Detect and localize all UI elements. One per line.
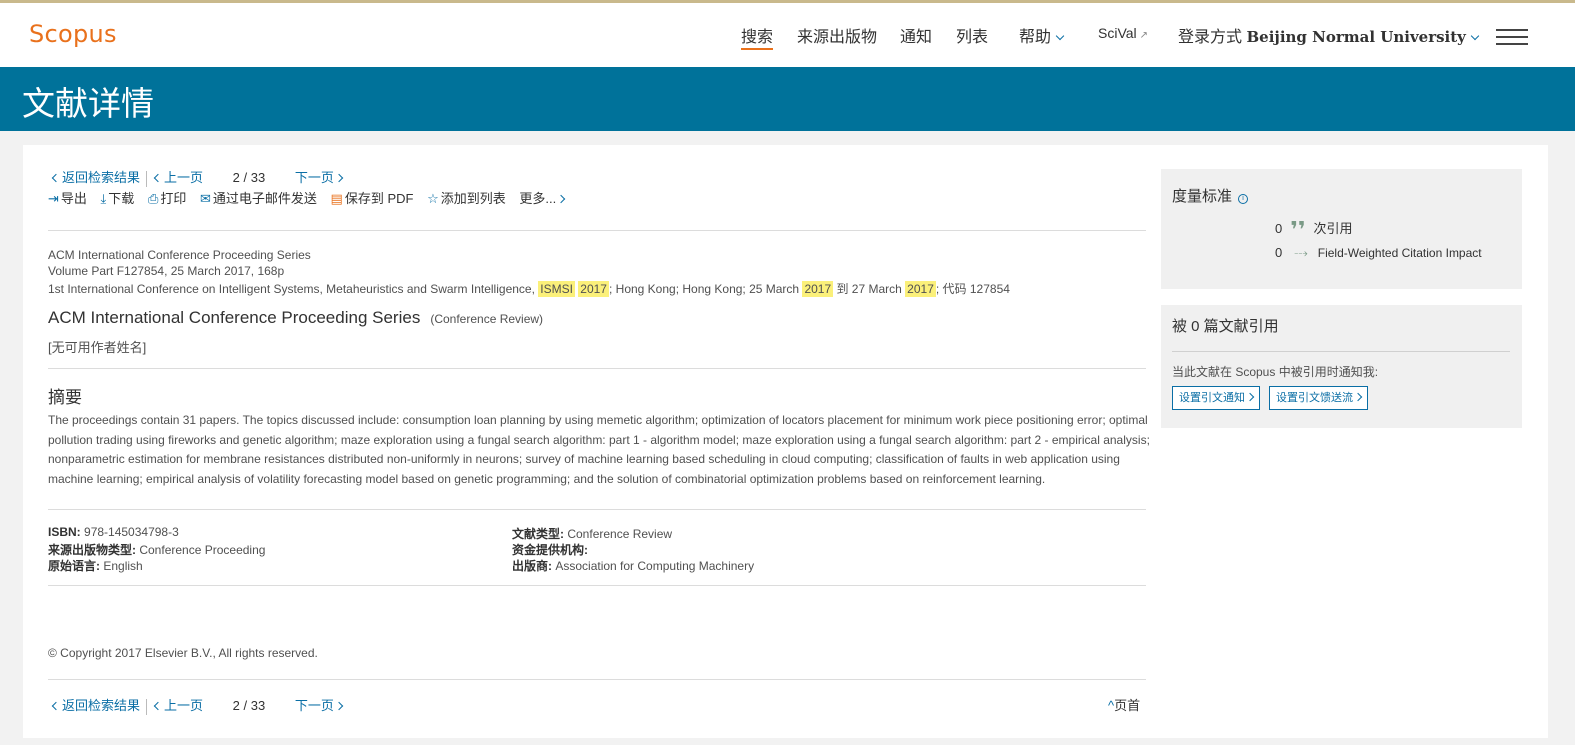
chevron-left-icon [153, 701, 163, 711]
nav-help-label: 帮助 [1019, 29, 1052, 46]
email-button[interactable]: ✉ 通过电子邮件发送 [200, 191, 317, 206]
trend-icon: ⤏ [1294, 245, 1308, 260]
set-citation-alert-button[interactable]: 设置引文通知 [1172, 386, 1260, 410]
export-button[interactable]: ⇥ 导出 [48, 191, 87, 206]
chevron-down-icon [1055, 31, 1065, 41]
print-icon: ⎙ [147, 191, 159, 206]
divider [146, 170, 148, 187]
abstract-text: The proceedings contain 31 papers. The t… [48, 413, 1150, 486]
fwci-metric: 0 ⤏ Field-Weighted Citation Impact [1275, 245, 1482, 260]
citations-metric: 0 ❜❜ 次引用 [1275, 217, 1353, 242]
email-icon: ✉ [199, 191, 211, 206]
info-icon[interactable]: i [1238, 194, 1249, 204]
source-type-row: 来源出版物类型: Conference Proceeding [48, 543, 266, 557]
add-to-list-button[interactable]: ☆ 添加到列表 [427, 191, 506, 206]
export-icon: ⇥ [48, 191, 59, 206]
pdf-icon: ▤ [330, 191, 343, 206]
chevron-right-icon [1353, 392, 1363, 402]
divider [48, 368, 1146, 369]
highlight-year: 2017 [802, 281, 834, 297]
page-title: 文献详情 [22, 85, 154, 122]
save-pdf-button[interactable]: ▤ 保存到 PDF [331, 191, 414, 206]
nav-help[interactable]: 帮助 [1019, 23, 1065, 47]
highlight-acronym: ISMSI [538, 281, 575, 297]
document-type: (Conference Review) [430, 312, 544, 326]
source-volume-link[interactable]: Volume Part F127854, 25 March 2017, 168p [48, 264, 284, 278]
pager-position: 2 / 33 [232, 170, 266, 185]
authors: [无可用作者姓名] [48, 340, 147, 355]
highlight-year: 2017 [905, 281, 936, 297]
download-icon: ⤓ [100, 191, 107, 206]
metrics-title: 度量标准 i [1172, 185, 1249, 206]
prev-page-link[interactable]: 上一页 [153, 170, 203, 185]
language-row: 原始语言: English [48, 559, 143, 573]
cited-by-title: 被 0 篇文献引用 [1172, 318, 1279, 335]
hamburger-menu-icon[interactable] [1496, 29, 1528, 45]
doc-type-row: 文献类型: Conference Review [512, 527, 673, 541]
pager-position: 2 / 33 [232, 698, 266, 713]
nav-search[interactable]: 搜索 [741, 23, 774, 50]
publisher-row: 出版商: Association for Computing Machinery [512, 559, 755, 573]
chevron-left-icon [153, 173, 163, 183]
back-to-results-link[interactable]: 返回检索结果 [51, 698, 140, 713]
document-title: ACM International Conference Proceeding … [48, 308, 544, 327]
page-banner: 文献详情 [0, 67, 1575, 131]
divider [146, 698, 148, 715]
divider [48, 509, 1146, 510]
nav-alerts[interactable]: 通知 [900, 23, 932, 47]
chevron-right-icon [334, 701, 344, 711]
nav-login-menu[interactable]: 登录方式 Beijing Normal University [1178, 23, 1480, 47]
prev-page-link[interactable]: 上一页 [153, 698, 203, 713]
chevron-left-icon [51, 173, 61, 183]
chevron-right-icon [1245, 392, 1255, 402]
nav-lists[interactable]: 列表 [956, 23, 988, 47]
chevron-right-icon [556, 194, 566, 204]
login-institution: Beijing Normal University [1246, 28, 1466, 46]
nav-scival-label: SciVal [1098, 25, 1137, 41]
download-button[interactable]: ⤓ 下载 [101, 191, 135, 206]
chevron-right-icon [334, 173, 344, 183]
metrics-panel: 度量标准 i 0 ❜❜ 次引用 0 ⤏ Field-Weighted Citation I… [1161, 169, 1522, 289]
nav-sources[interactable]: 来源出版物 [797, 23, 877, 47]
print-button[interactable]: ⎙ 打印 [148, 191, 186, 206]
divider [48, 230, 1146, 231]
quote-icon: ❜❜ [1290, 217, 1306, 242]
external-link-icon: ↗ [1139, 30, 1149, 41]
back-to-top-link[interactable]: ^页首 [1108, 695, 1140, 714]
set-citation-feed-button[interactable]: 设置引文馈送流 [1269, 386, 1368, 410]
chevron-down-icon [1470, 31, 1480, 41]
star-icon: ☆ [427, 191, 439, 206]
isbn-row: ISBN: 978-145034798-3 [48, 525, 179, 539]
nav-scival[interactable]: SciVal ↗ [1098, 25, 1148, 41]
top-header: Scopus 搜索 来源出版物 通知 列表 帮助 SciVal ↗ 登录方式 Be… [0, 3, 1575, 67]
cited-by-panel: 被 0 篇文献引用 当此文献在 Scopus 中被引用时通知我: 设置引文通知 … [1161, 305, 1522, 428]
conference-info: 1st International Conference on Intellig… [48, 281, 1010, 297]
chevron-left-icon [51, 701, 61, 711]
more-button[interactable]: 更多... [519, 191, 566, 206]
highlight-year: 2017 [578, 281, 609, 297]
divider [48, 585, 1146, 586]
copyright-text: © Copyright 2017 Elsevier B.V., All righ… [48, 646, 318, 660]
scopus-logo[interactable]: Scopus [29, 20, 117, 48]
notify-text: 当此文献在 Scopus 中被引用时通知我: [1172, 365, 1379, 379]
login-prefix: 登录方式 [1178, 29, 1243, 46]
abstract-heading: 摘要 [48, 388, 82, 407]
next-page-link[interactable]: 下一页 [295, 170, 344, 185]
source-series: ACM International Conference Proceeding … [48, 248, 311, 262]
document-toolbar: ⇥ 导出 ⤓ 下载 ⎙ 打印 ✉ 通过电子邮件发送 ▤ 保存到 PDF ☆ 添加到列表 更多… [48, 188, 574, 207]
pager-bottom: 返回检索结果 上一页 2 / 33 下一页 [51, 695, 344, 715]
funding-row: 资金提供机构: [512, 543, 588, 557]
back-to-results-link[interactable]: 返回检索结果 [51, 170, 140, 185]
next-page-link[interactable]: 下一页 [295, 698, 344, 713]
divider [1172, 351, 1510, 352]
divider [48, 679, 1146, 680]
pager-top: 返回检索结果 上一页 2 / 33 下一页 [51, 167, 344, 187]
